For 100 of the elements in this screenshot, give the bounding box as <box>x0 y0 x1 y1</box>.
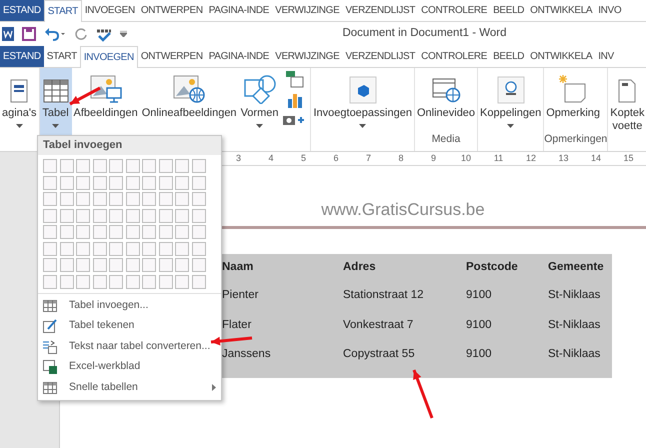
grid-cell[interactable] <box>126 258 140 272</box>
ribbon-button[interactable]: Vormen <box>238 68 280 151</box>
grid-cell[interactable] <box>43 192 57 206</box>
grid-cell[interactable] <box>60 242 74 256</box>
grid-cell[interactable] <box>92 242 106 256</box>
grid-cell[interactable] <box>43 225 57 239</box>
grid-cell[interactable] <box>192 258 206 272</box>
grid-cell[interactable] <box>60 258 74 272</box>
grid-cell[interactable] <box>158 258 172 272</box>
ribbon-button[interactable]: Onlinevideo <box>414 68 478 132</box>
grid-cell[interactable] <box>142 192 156 206</box>
ribbon-tab[interactable]: ONTWERPEN <box>138 0 206 21</box>
grid-cell[interactable] <box>126 274 140 288</box>
grid-cell[interactable] <box>175 274 189 288</box>
grid-cell[interactable] <box>92 274 106 288</box>
grid-cell[interactable] <box>175 176 189 190</box>
grid-cell[interactable] <box>43 159 57 173</box>
grid-cell[interactable] <box>158 242 172 256</box>
grid-cell[interactable] <box>76 274 90 288</box>
menu-item[interactable]: Snelle tabellen <box>38 378 221 398</box>
ribbon-tab[interactable]: BEELD <box>490 46 528 67</box>
grid-cell[interactable] <box>175 242 189 256</box>
grid-cell[interactable] <box>126 242 140 256</box>
grid-cell[interactable] <box>109 258 123 272</box>
ribbon-tab[interactable]: START <box>44 0 82 22</box>
grid-cell[interactable] <box>60 274 74 288</box>
grid-cell[interactable] <box>158 274 172 288</box>
grid-cell[interactable] <box>76 159 90 173</box>
grid-cell[interactable] <box>109 192 123 206</box>
grid-cell[interactable] <box>158 176 172 190</box>
grid-cell[interactable] <box>109 274 123 288</box>
grid-cell[interactable] <box>76 208 90 222</box>
ribbon-tab[interactable]: INVOEGEN <box>80 46 138 68</box>
grid-cell[interactable] <box>60 225 74 239</box>
ribbon-tab[interactable]: VERWIJZINGE <box>272 46 342 67</box>
ribbon-tab[interactable]: VERWIJZINGE <box>272 0 342 21</box>
ribbon-button[interactable]: Invoegtoepassingen <box>311 68 414 151</box>
grid-cell[interactable] <box>76 258 90 272</box>
ribbon-button[interactable]: Koptek voette <box>608 68 646 151</box>
grid-cell[interactable] <box>126 225 140 239</box>
grid-cell[interactable] <box>142 242 156 256</box>
redo-icon[interactable] <box>74 27 88 41</box>
grid-cell[interactable] <box>92 192 106 206</box>
grid-cell[interactable] <box>192 176 206 190</box>
grid-cell[interactable] <box>175 192 189 206</box>
grid-cell[interactable] <box>109 176 123 190</box>
undo-icon[interactable] <box>44 27 66 41</box>
grid-cell[interactable] <box>60 208 74 222</box>
grid-cell[interactable] <box>92 208 106 222</box>
ribbon-tab[interactable]: ONTWERPEN <box>138 46 206 67</box>
grid-cell[interactable] <box>92 176 106 190</box>
ribbon-tab[interactable]: PAGINA-INDE <box>206 46 272 67</box>
grid-cell[interactable] <box>43 274 57 288</box>
grid-cell[interactable] <box>192 208 206 222</box>
save-icon[interactable] <box>22 27 36 41</box>
grid-cell[interactable] <box>192 192 206 206</box>
grid-cell[interactable] <box>126 208 140 222</box>
grid-cell[interactable] <box>92 225 106 239</box>
grid-cell[interactable] <box>142 225 156 239</box>
grid-cell[interactable] <box>92 159 106 173</box>
grid-cell[interactable] <box>192 159 206 173</box>
grid-cell[interactable] <box>126 192 140 206</box>
grid-cell[interactable] <box>175 208 189 222</box>
customize-caret-icon[interactable] <box>120 31 127 37</box>
ribbon-tab[interactable]: INVOEGEN <box>82 0 138 21</box>
ribbon-tab[interactable]: ONTWIKKELA <box>527 46 596 67</box>
grid-cell[interactable] <box>158 192 172 206</box>
ribbon-tab[interactable]: INV <box>595 46 617 67</box>
file-tab[interactable]: ESTAND <box>0 46 44 67</box>
grid-cell[interactable] <box>175 225 189 239</box>
ribbon-tab[interactable]: START <box>44 46 80 67</box>
ribbon-tab[interactable]: INVO <box>595 0 624 21</box>
grid-cell[interactable] <box>126 159 140 173</box>
ribbon-tab[interactable]: BEELD <box>490 0 528 21</box>
grid-cell[interactable] <box>126 176 140 190</box>
menu-item[interactable]: Tekst naar tabel converteren... <box>38 336 221 357</box>
grid-cell[interactable] <box>92 258 106 272</box>
ribbon-tab[interactable]: VERZENDLIJST <box>342 46 418 67</box>
grid-cell[interactable] <box>76 242 90 256</box>
grid-cell[interactable] <box>109 225 123 239</box>
grid-cell[interactable] <box>158 159 172 173</box>
grid-cell[interactable] <box>43 258 57 272</box>
ribbon-tab[interactable]: CONTROLERE <box>418 46 490 67</box>
grid-cell[interactable] <box>192 274 206 288</box>
grid-cell[interactable] <box>142 274 156 288</box>
menu-item[interactable]: Tabel tekenen <box>38 316 221 336</box>
menu-item[interactable]: Excel-werkblad <box>38 357 221 378</box>
grid-cell[interactable] <box>158 225 172 239</box>
grid-cell[interactable] <box>76 192 90 206</box>
ribbon-button[interactable]: Opmerking <box>544 68 602 132</box>
grid-cell[interactable] <box>43 242 57 256</box>
grid-cell[interactable] <box>76 176 90 190</box>
grid-cell[interactable] <box>60 192 74 206</box>
ribbon-button[interactable]: Koppelingen <box>478 68 544 151</box>
file-tab[interactable]: ESTAND <box>0 0 44 21</box>
grid-cell[interactable] <box>142 258 156 272</box>
grid-cell[interactable] <box>142 208 156 222</box>
grid-cell[interactable] <box>109 159 123 173</box>
grid-cell[interactable] <box>175 159 189 173</box>
grid-cell[interactable] <box>60 176 74 190</box>
